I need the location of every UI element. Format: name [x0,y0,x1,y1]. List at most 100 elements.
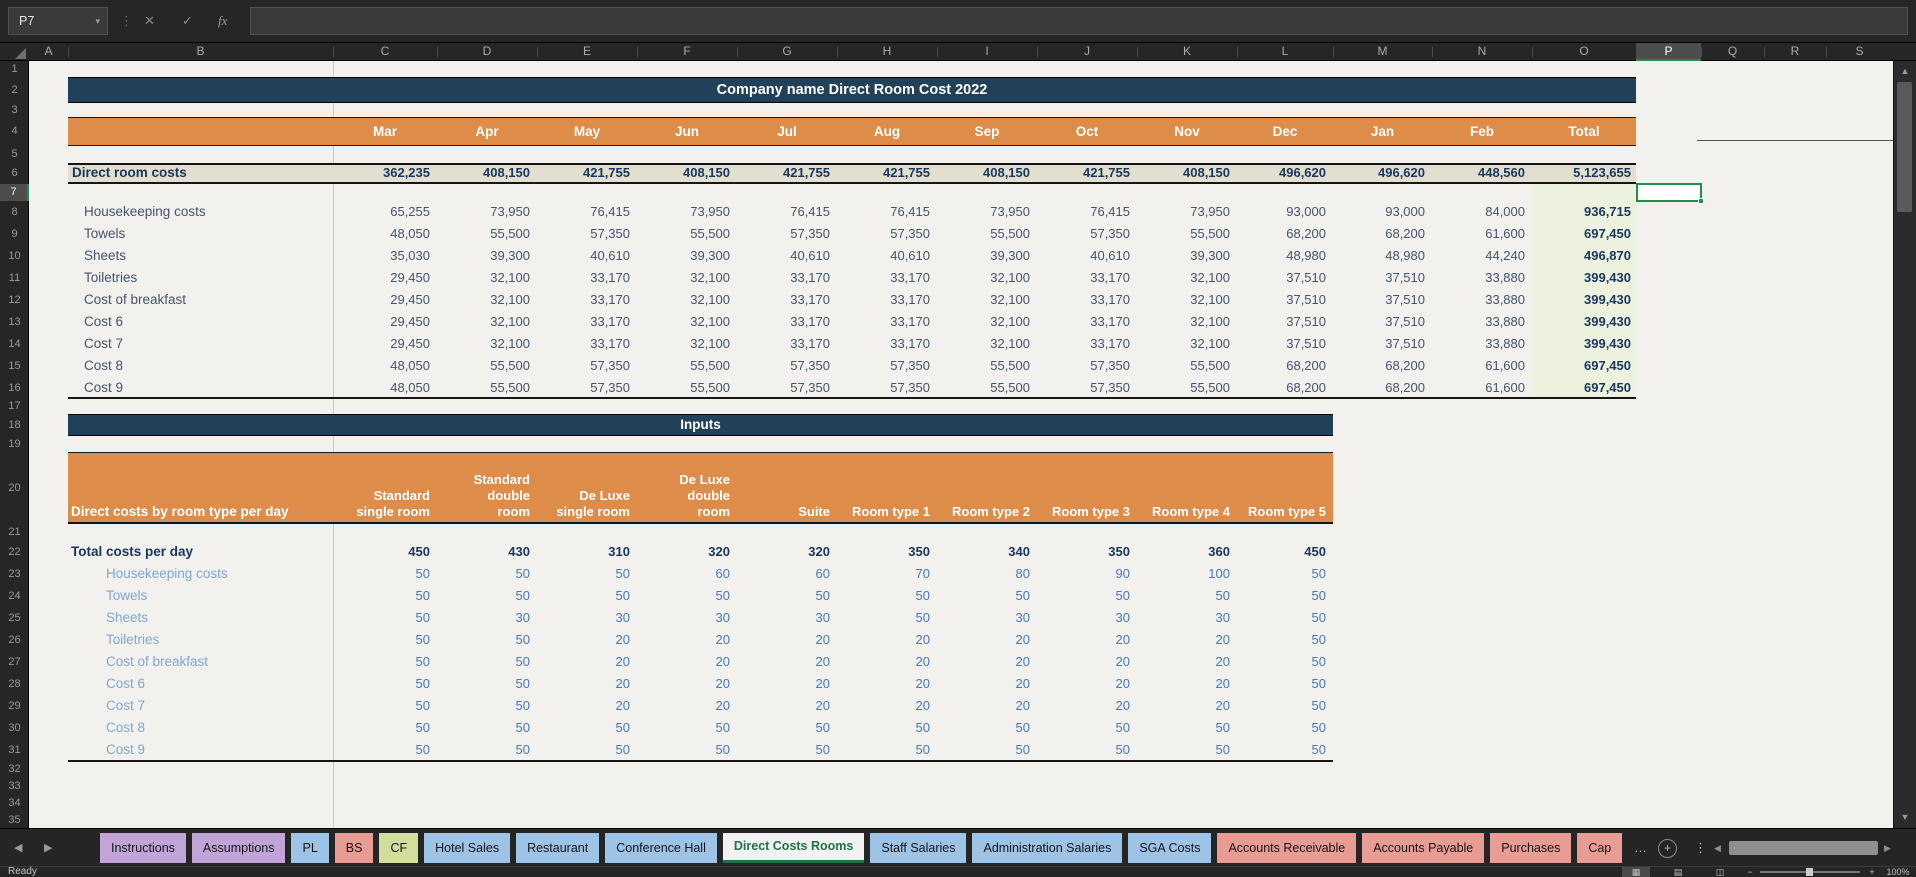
input-cell[interactable]: 20 [837,695,930,717]
inputs-total-cell[interactable]: 340 [937,541,1030,563]
input-row-label[interactable]: Housekeeping costs [106,563,329,585]
add-sheet-icon[interactable]: + [1658,839,1677,858]
sheet-tab-cap[interactable]: Cap [1577,833,1622,863]
column-header-A[interactable]: A [29,43,68,61]
cost-cell[interactable]: 55,500 [937,223,1030,245]
input-cell[interactable]: 60 [637,563,730,585]
cost-cell[interactable]: 40,610 [1037,245,1130,267]
cost-cell[interactable]: 32,100 [637,333,730,355]
cost-cell[interactable]: 33,170 [537,311,630,333]
row-header-8[interactable]: 8 [0,201,29,223]
input-cell[interactable]: 30 [737,607,830,629]
sheet-tab-pl[interactable]: PL [291,833,328,863]
row-header-14[interactable]: 14 [0,333,29,355]
cost-cell[interactable]: 29,450 [333,267,430,289]
input-cell[interactable]: 20 [637,695,730,717]
row-header-15[interactable]: 15 [0,355,29,377]
column-header-E[interactable]: E [537,43,637,61]
cost-cell[interactable]: 68,200 [1333,223,1425,245]
inputs-total-cell[interactable]: 450 [1237,541,1326,563]
cost-cell[interactable]: 57,350 [537,223,630,245]
input-cell[interactable]: 20 [837,629,930,651]
row-header-32[interactable]: 32 [0,761,29,778]
cost-cell[interactable]: 35,030 [333,245,430,267]
input-cell[interactable]: 50 [437,651,530,673]
input-cell[interactable]: 50 [937,585,1030,607]
cost-cell[interactable]: 68,200 [1237,223,1326,245]
input-cell[interactable]: 20 [937,629,1030,651]
sheet-tab-restaurant[interactable]: Restaurant [516,833,599,863]
cost-cell[interactable]: 55,500 [1137,355,1230,377]
row-header-16[interactable]: 16 [0,377,29,399]
row-header-21[interactable]: 21 [0,524,29,541]
input-cell[interactable]: 50 [437,563,530,585]
cost-cell[interactable]: 32,100 [637,289,730,311]
cost-cell[interactable]: 39,300 [437,245,530,267]
input-cell[interactable]: 20 [1037,629,1130,651]
cost-cell[interactable]: 76,415 [537,201,630,223]
input-cell[interactable]: 50 [333,739,430,761]
input-cell[interactable]: 50 [837,585,930,607]
input-cell[interactable]: 50 [333,717,430,739]
column-header-P[interactable]: P [1636,43,1701,61]
cost-total-cell[interactable]: 697,450 [1532,355,1631,377]
input-row-label[interactable]: Cost 9 [106,739,329,761]
name-box[interactable]: P7 ▾ [8,7,108,35]
cost-cell[interactable]: 57,350 [537,355,630,377]
input-row-label[interactable]: Towels [106,585,329,607]
zoom-level[interactable]: 100% [1882,867,1914,877]
input-cell[interactable]: 20 [1037,695,1130,717]
row-header-9[interactable]: 9 [0,223,29,245]
input-cell[interactable]: 20 [937,651,1030,673]
row-header-7[interactable]: 7 [0,184,29,201]
column-header-B[interactable]: B [68,43,333,61]
summary-cell[interactable]: 408,150 [937,163,1030,184]
cost-cell[interactable]: 32,100 [637,311,730,333]
cost-cell[interactable]: 33,170 [737,311,830,333]
input-cell[interactable]: 50 [637,717,730,739]
row-header-3[interactable]: 3 [0,103,29,117]
cost-cell[interactable]: 40,610 [737,245,830,267]
input-cell[interactable]: 50 [1237,739,1326,761]
cost-cell[interactable]: 55,500 [1137,377,1230,399]
cost-cell[interactable]: 57,350 [1037,355,1130,377]
row-header-25[interactable]: 25 [0,607,29,629]
sheet-tab-accounts-payable[interactable]: Accounts Payable [1362,833,1484,863]
cost-cell[interactable]: 32,100 [437,311,530,333]
cost-cell[interactable]: 33,880 [1432,289,1525,311]
row-header-24[interactable]: 24 [0,585,29,607]
column-header-C[interactable]: C [333,43,437,61]
row-header-18[interactable]: 18 [0,414,29,436]
cost-cell[interactable]: 73,950 [437,201,530,223]
row-header-26[interactable]: 26 [0,629,29,651]
cost-cell[interactable]: 61,600 [1432,223,1525,245]
cost-cell[interactable]: 37,510 [1333,289,1425,311]
input-cell[interactable]: 20 [537,629,630,651]
input-cell[interactable]: 50 [333,585,430,607]
input-cell[interactable]: 50 [837,717,930,739]
input-cell[interactable]: 20 [537,673,630,695]
cost-cell[interactable]: 55,500 [637,377,730,399]
input-cell[interactable]: 50 [1237,585,1326,607]
name-box-dropdown-icon[interactable]: ▾ [95,8,100,34]
cost-total-cell[interactable]: 399,430 [1532,267,1631,289]
input-cell[interactable]: 50 [637,739,730,761]
formula-input[interactable] [250,7,1908,35]
cost-cell[interactable]: 33,170 [837,267,930,289]
summary-cell[interactable]: 362,235 [333,163,430,184]
input-cell[interactable]: 50 [1237,717,1326,739]
more-sheets-icon[interactable]: … [1634,833,1647,863]
cost-cell[interactable]: 33,170 [737,289,830,311]
input-cell[interactable]: 30 [937,607,1030,629]
input-cell[interactable]: 20 [637,651,730,673]
input-cell[interactable]: 60 [737,563,830,585]
summary-cell[interactable]: 496,620 [1237,163,1326,184]
view-page-break-icon[interactable]: ◫ [1706,867,1734,877]
cost-cell[interactable]: 55,500 [637,355,730,377]
column-header-K[interactable]: K [1137,43,1237,61]
cost-cell[interactable]: 37,510 [1333,333,1425,355]
cost-cell[interactable]: 37,510 [1333,311,1425,333]
summary-cell[interactable]: 408,150 [637,163,730,184]
cost-row-label[interactable]: Cost 8 [84,355,329,377]
cost-cell[interactable]: 48,050 [333,377,430,399]
